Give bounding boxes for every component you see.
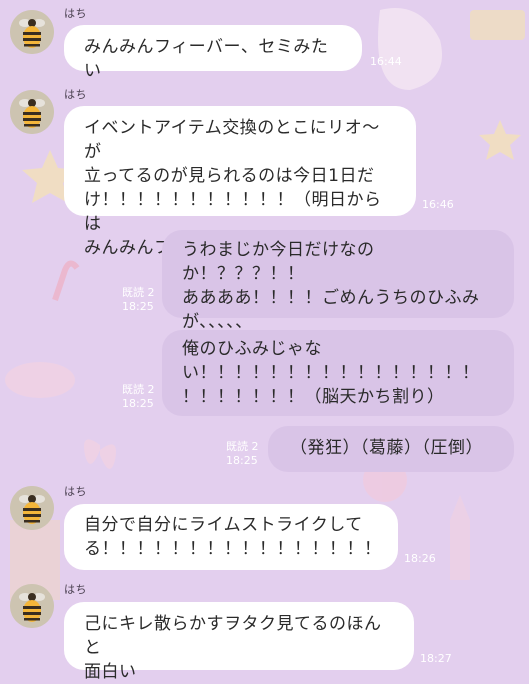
bee-icon	[10, 486, 54, 530]
read-receipt: 既読 2	[226, 440, 259, 453]
bee-icon	[10, 584, 54, 628]
message-time: 18:27	[420, 652, 452, 665]
sender-avatar[interactable]	[10, 10, 54, 54]
message-bubble[interactable]: 自分で自分にライムストライクして る！！！！！！！！！！！！！！！！	[64, 504, 398, 570]
bee-icon	[10, 90, 54, 134]
star-icon	[479, 120, 521, 160]
message-time: 18:26	[404, 552, 436, 565]
candy-cane-decoration	[52, 260, 80, 301]
sender-name: はち	[64, 583, 87, 596]
read-receipt: 既読 2	[122, 383, 155, 396]
sender-avatar[interactable]	[10, 584, 54, 628]
message-time: 18:25	[226, 454, 258, 467]
bee-icon	[10, 10, 54, 54]
message-bubble[interactable]: 己にキレ散らかすヲタク見てるのほんと 面白い	[64, 602, 414, 682]
message-time: 18:25	[122, 397, 154, 410]
sender-name: はち	[64, 88, 87, 101]
message-bubble[interactable]: うわまじか今日だけなのか！？？？！！ ああああ！！！！ごめんうちのひふみ が、、…	[162, 230, 514, 332]
sender-avatar[interactable]	[10, 486, 54, 530]
sender-avatar[interactable]	[10, 90, 54, 134]
message-time: 16:46	[422, 198, 454, 211]
sender-name: はち	[64, 485, 87, 498]
gift-decoration	[470, 10, 525, 40]
bow-icon	[84, 439, 116, 469]
message-bubble[interactable]: みんみんフィーバー、セミみたい	[64, 25, 362, 81]
read-receipt: 既読 2	[122, 286, 155, 299]
message-time: 18:25	[122, 300, 154, 313]
unicorn-decoration	[378, 8, 442, 90]
castle-decoration	[450, 495, 470, 580]
cake-decoration	[5, 362, 75, 398]
sender-name: はち	[64, 7, 87, 20]
message-time: 16:44	[370, 55, 402, 68]
message-bubble[interactable]: 俺のひふみじゃな い！！！！！！！！！！！！！！！！ ！！！！！！！（脳天かち割…	[162, 330, 514, 416]
message-bubble[interactable]: イベントアイテム交換のとこにリオ〜が 立ってるのが見られるのは今日1日だ け！！…	[64, 106, 416, 258]
message-bubble[interactable]: （発狂）（葛藤）（圧倒）	[268, 426, 514, 472]
